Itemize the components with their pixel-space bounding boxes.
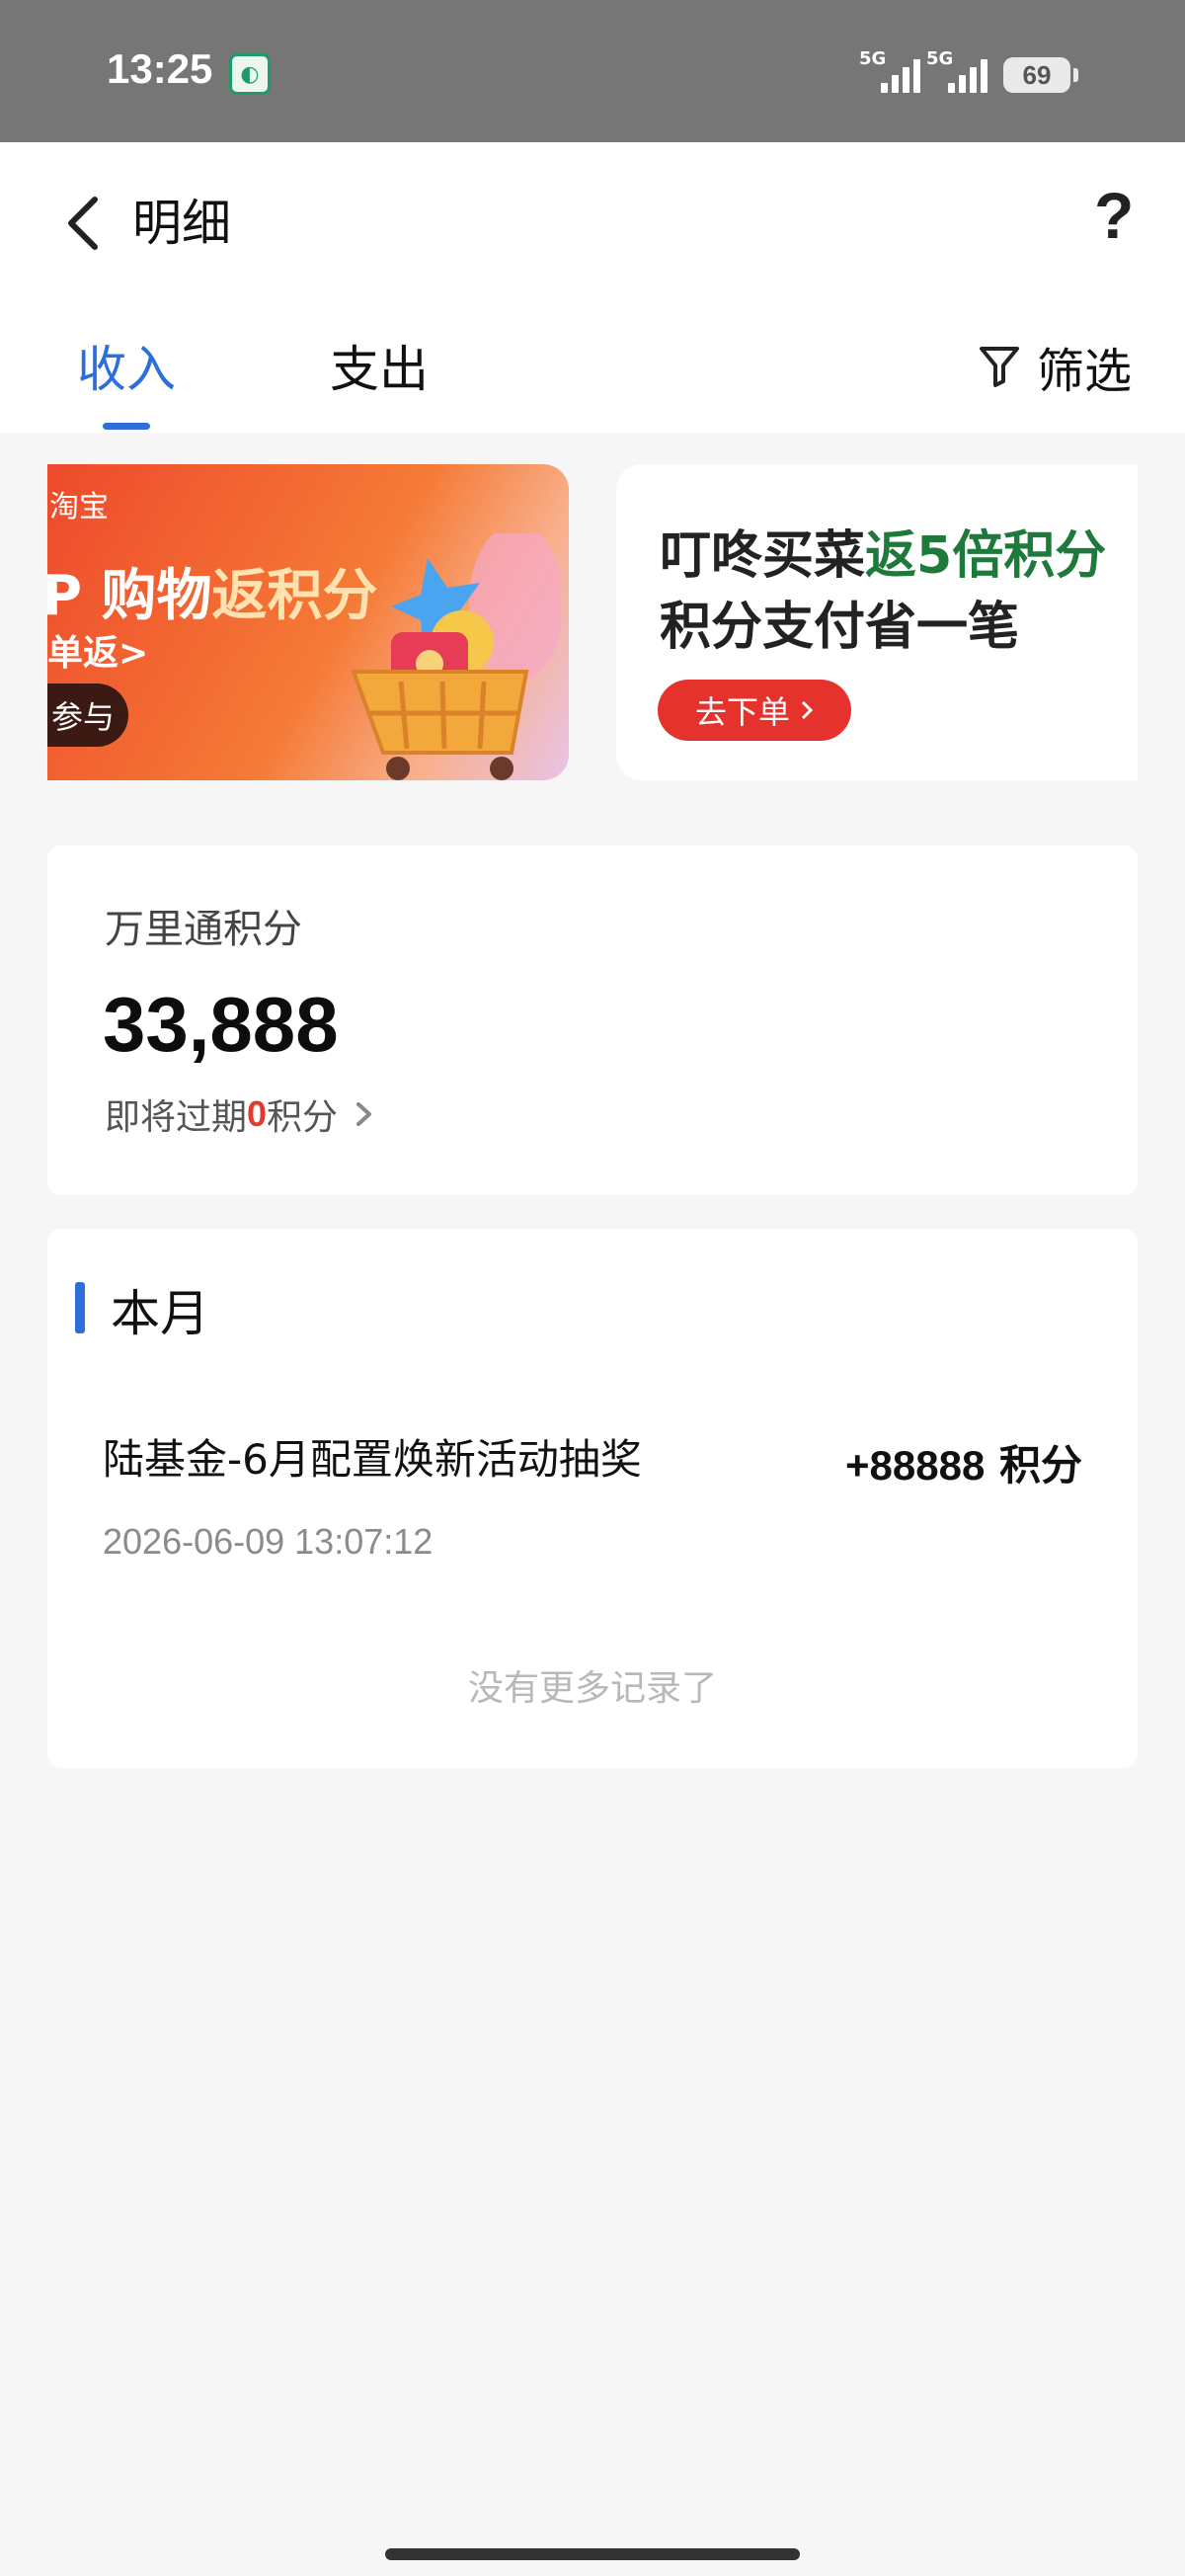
taobao-subtitle: 单返> (47, 633, 149, 674)
status-bar: 13:25 ◐ 5G 5G 69 (0, 0, 1185, 142)
section-marker (75, 1282, 85, 1333)
filter-icon (980, 347, 1019, 387)
record-time: 2026-06-09 13:07:12 (103, 1521, 434, 1562)
dingdong-line1: 叮咚买菜返5倍积分 (660, 514, 1106, 588)
no-more-records: 没有更多记录了 (467, 1668, 717, 1709)
signal-icon-1: 5G (859, 49, 928, 95)
chevron-right-icon (356, 1102, 372, 1126)
chevron-left-icon (68, 197, 98, 250)
dingdong-brand: 叮咚买菜 (660, 526, 866, 586)
dingdong-highlight: 返5倍积分 (865, 526, 1107, 586)
dingdong-line2: 积分支付省一笔 (660, 598, 1020, 657)
tab-expense[interactable]: 支出 (330, 330, 429, 401)
battery-icon: 69 (1003, 57, 1078, 93)
chevron-right-icon (801, 700, 814, 720)
record-amount: +88888 积分 (845, 1432, 1082, 1492)
taobao-banner[interactable]: 淘宝 P 购物返积分 单返> 参与 (47, 464, 569, 780)
points-card: 万里通积分 33,888 即将过期 0 积分 (47, 845, 1138, 1195)
filter-label: 筛选 (1037, 344, 1133, 399)
month-heading: 本月 (111, 1285, 209, 1342)
expire-count: 0 (247, 1093, 268, 1134)
taobao-title-prefix: P 购物 (47, 564, 212, 628)
header: 明细 ? 收入 支出 筛选 (0, 142, 1185, 433)
records-card: 本月 陆基金-6月配置焕新活动抽奖 +88888 积分 2026-06-09 1… (47, 1229, 1138, 1768)
back-button[interactable] (59, 188, 109, 257)
record-title: 陆基金-6月配置焕新活动抽奖 (103, 1435, 642, 1484)
taobao-join-button[interactable]: 参与 (47, 684, 128, 747)
banner-carousel[interactable]: 淘宝 P 购物返积分 单返> 参与 叮咚买菜返5倍积分 积分支付省一笔 去下单 (47, 464, 1138, 780)
tab-income[interactable]: 收入 (77, 330, 176, 401)
home-indicator[interactable] (385, 2548, 800, 2560)
app-notification-icon: ◐ (229, 53, 271, 95)
status-time: 13:25 (107, 45, 213, 92)
active-tab-indicator (103, 423, 150, 430)
dingdong-order-button[interactable]: 去下单 (658, 680, 851, 741)
filter-button[interactable]: 筛选 (978, 332, 1132, 401)
taobao-brand: 淘宝 (49, 490, 109, 524)
dingdong-banner[interactable]: 叮咚买菜返5倍积分 积分支付省一笔 去下单 (616, 464, 1138, 780)
expire-prefix: 即将过期 (105, 1097, 248, 1138)
record-amount-value: +88888 (845, 1442, 986, 1489)
points-label: 万里通积分 (105, 907, 302, 952)
expire-suffix: 积分 (267, 1097, 339, 1138)
shopping-cart-icon (351, 533, 561, 780)
page-title: 明细 (132, 195, 231, 252)
points-value: 33,888 (103, 981, 339, 1068)
signal-icon-2: 5G (926, 49, 995, 95)
help-button[interactable]: ? (1094, 178, 1134, 253)
expiring-points-link[interactable]: 即将过期 0 积分 (105, 1088, 375, 1140)
record-amount-unit: 积分 (998, 1441, 1082, 1489)
dingdong-order-label: 去下单 (694, 693, 790, 731)
